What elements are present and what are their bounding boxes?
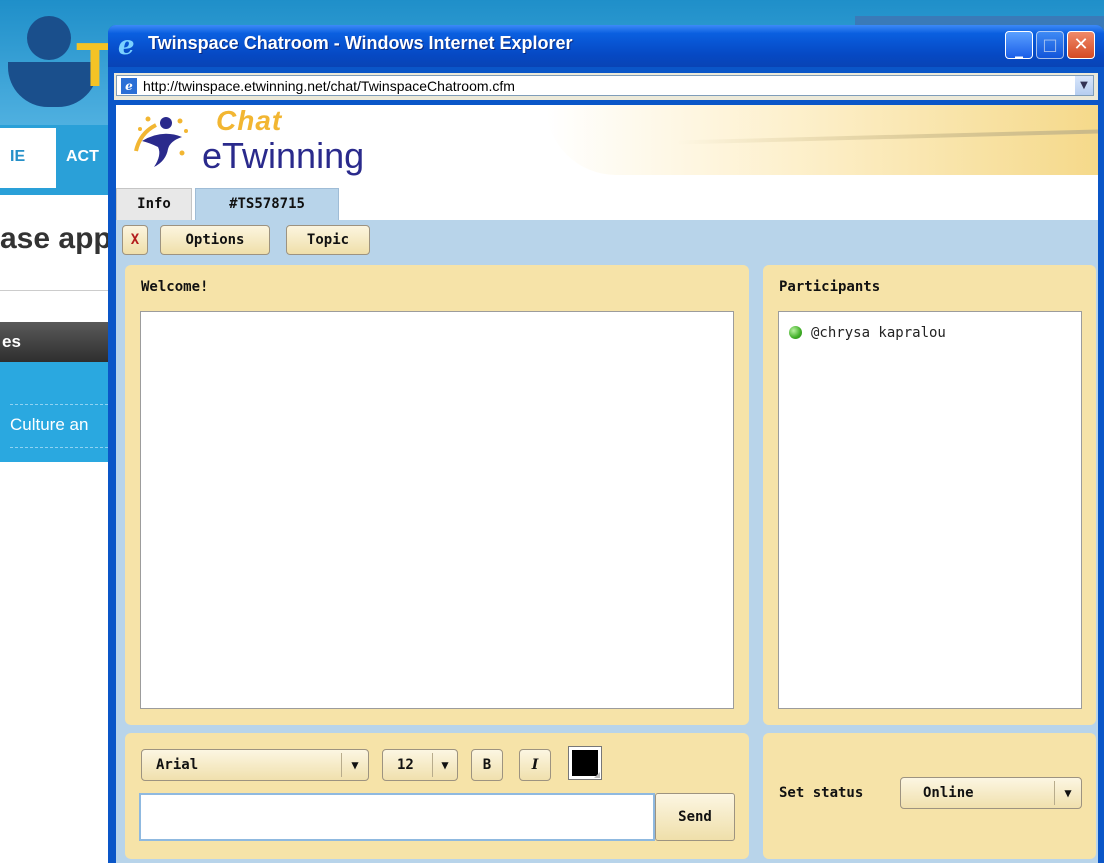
address-bar: e http://twinspace.etwinning.net/chat/Tw… — [114, 73, 1098, 100]
color-dropdown-icon — [594, 772, 600, 778]
minimize-icon: _ — [1015, 39, 1023, 58]
messages-panel: Welcome! — [125, 265, 749, 725]
etwinning-logo-icon — [134, 116, 188, 167]
ie-window: e Twinspace Chatroom - Windows Internet … — [108, 25, 1104, 863]
status-panel: Set status Online ▼ — [763, 733, 1096, 859]
window-title: Twinspace Chatroom - Windows Internet Ex… — [148, 33, 573, 53]
background-logo-icon — [27, 16, 71, 60]
participants-title: Participants — [779, 279, 881, 295]
text-color-picker[interactable] — [568, 746, 602, 780]
status-value: Online — [923, 785, 974, 801]
background-nav-tab-activities[interactable]: ACT — [66, 128, 99, 186]
tab-chatroom[interactable]: #TS578715 — [195, 188, 339, 220]
italic-button[interactable]: I — [519, 749, 551, 781]
background-nav-tab-home[interactable]: IE — [0, 128, 56, 188]
participants-panel: Participants @chrysa kapralou — [763, 265, 1096, 725]
close-icon: ✕ — [1073, 34, 1089, 55]
font-family-select[interactable]: Arial ▼ — [141, 749, 369, 781]
close-window-button[interactable]: ✕ — [1067, 31, 1095, 59]
background-heading: ase app — [0, 222, 112, 255]
background-sidebar-divider — [10, 447, 118, 448]
participant-name: @chrysa kapralou — [811, 325, 946, 341]
logo-chat-text: Chat — [216, 105, 283, 136]
maximize-icon: □ — [1042, 35, 1058, 54]
background-sidebar-divider — [10, 404, 118, 405]
background-divider — [0, 290, 120, 291]
message-log[interactable] — [140, 311, 734, 709]
maximize-button: □ — [1036, 31, 1064, 59]
status-select[interactable]: Online ▼ — [900, 777, 1082, 809]
chevron-down-icon: ▼ — [341, 753, 368, 777]
font-size-select[interactable]: 12 ▼ — [382, 749, 458, 781]
chat-tabs: Info #TS578715 — [116, 188, 1098, 220]
logo-brand-text: eTwinning — [202, 135, 365, 176]
options-button[interactable]: Options — [160, 225, 270, 255]
composer-panel: Arial ▼ 12 ▼ B I Send — [125, 733, 749, 859]
set-status-label: Set status — [779, 785, 864, 801]
topic-button[interactable]: Topic — [286, 225, 370, 255]
ie-logo-icon: e — [118, 31, 135, 61]
minimize-button[interactable]: _ — [1005, 31, 1033, 59]
font-family-value: Arial — [156, 757, 199, 773]
bold-button[interactable]: B — [471, 749, 503, 781]
chatroom-page: Chat eTwinning Info #TS578715 X Options … — [116, 105, 1098, 863]
chat-banner: Chat eTwinning — [116, 105, 1098, 188]
close-room-button[interactable]: X — [122, 225, 148, 255]
address-dropdown-button[interactable]: ▼ — [1075, 76, 1093, 95]
address-url: http://twinspace.etwinning.net/chat/Twin… — [143, 78, 515, 94]
participants-list: @chrysa kapralou — [778, 311, 1082, 709]
background-sidebar-item[interactable]: Culture an — [10, 415, 88, 435]
window-titlebar[interactable]: e Twinspace Chatroom - Windows Internet … — [108, 25, 1104, 67]
font-size-value: 12 — [397, 757, 414, 773]
chevron-down-icon: ▼ — [432, 753, 457, 777]
page-favicon-icon: e — [121, 78, 137, 94]
address-input[interactable]: e http://twinspace.etwinning.net/chat/Tw… — [116, 75, 1094, 96]
message-input[interactable] — [139, 793, 655, 841]
chevron-down-icon: ▼ — [1054, 781, 1081, 805]
welcome-title: Welcome! — [141, 279, 209, 295]
send-button[interactable]: Send — [655, 793, 735, 841]
tab-info[interactable]: Info — [116, 188, 192, 220]
background-sidebar-heading: es — [0, 322, 120, 362]
online-status-icon — [789, 326, 802, 339]
